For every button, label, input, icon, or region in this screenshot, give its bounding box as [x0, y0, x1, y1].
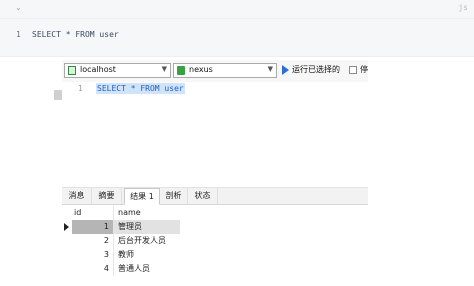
chevron-down-icon: ▼ — [161, 65, 167, 73]
cell-name[interactable]: 普通人员 — [114, 262, 180, 276]
gutter-marker — [54, 90, 62, 100]
cell-id[interactable]: 4 — [72, 262, 114, 276]
code-text: SELECT * FROM user — [32, 30, 119, 39]
current-row-indicator-icon — [64, 223, 69, 231]
table-row[interactable]: 4 普通人员 — [62, 262, 368, 276]
cell-id[interactable]: 1 — [72, 220, 114, 234]
tab-summary[interactable]: 摘要 — [92, 188, 122, 204]
play-icon — [282, 65, 289, 75]
table-row[interactable]: 3 教师 — [62, 248, 368, 262]
editor-sql-text[interactable]: SELECT * FROM user — [96, 83, 185, 94]
stop-checkbox-label: 停 — [360, 65, 368, 74]
connection-value: localhost — [80, 65, 116, 74]
cell-id[interactable]: 3 — [72, 248, 114, 262]
editor-line-number: 1 — [78, 84, 83, 93]
cell-id[interactable]: 2 — [72, 234, 114, 248]
query-toolbar: localhost ▼ nexus ▼ 运行已选择的 停 — [62, 60, 368, 83]
line-number: 1 — [16, 30, 21, 39]
table-header-row: id name — [62, 206, 368, 220]
collapse-chevron-icon[interactable]: ⌄ — [15, 3, 22, 12]
connection-select[interactable]: localhost ▼ — [64, 63, 171, 78]
code-snippet-block: ⌄ js 1 SELECT * FROM user — [0, 0, 474, 57]
language-label: js — [458, 3, 468, 12]
database-select[interactable]: nexus ▼ — [173, 63, 277, 78]
cell-name[interactable]: 后台开发人员 — [114, 234, 180, 248]
database-icon — [177, 66, 185, 75]
column-header-name[interactable]: name — [114, 206, 180, 220]
code-block-header: ⌄ js — [0, 0, 474, 19]
sql-editor[interactable]: 1 SELECT * FROM user — [54, 82, 368, 186]
run-selected-label: 运行已选择的 — [292, 65, 340, 74]
connection-icon — [68, 66, 76, 75]
database-value: nexus — [189, 65, 213, 74]
tab-status[interactable]: 状态 — [188, 188, 218, 204]
column-header-id[interactable]: id — [72, 206, 114, 220]
tab-result-1[interactable]: 结果 1 — [124, 188, 160, 205]
tab-profile[interactable]: 剖析 — [160, 188, 188, 204]
table-row[interactable]: 2 后台开发人员 — [62, 234, 368, 248]
cell-name[interactable]: 管理员 — [114, 220, 180, 234]
chevron-down-icon: ▼ — [267, 65, 273, 73]
table-row[interactable]: 1 管理员 — [62, 220, 368, 234]
result-tabs: 消息 摘要 结果 1 剖析 状态 — [62, 187, 368, 205]
cell-name[interactable]: 教师 — [114, 248, 180, 262]
tab-messages[interactable]: 消息 — [62, 188, 92, 204]
stop-checkbox[interactable] — [349, 66, 357, 74]
query-editor-window: localhost ▼ nexus ▼ 运行已选择的 停 1 SELECT * … — [54, 60, 368, 284]
